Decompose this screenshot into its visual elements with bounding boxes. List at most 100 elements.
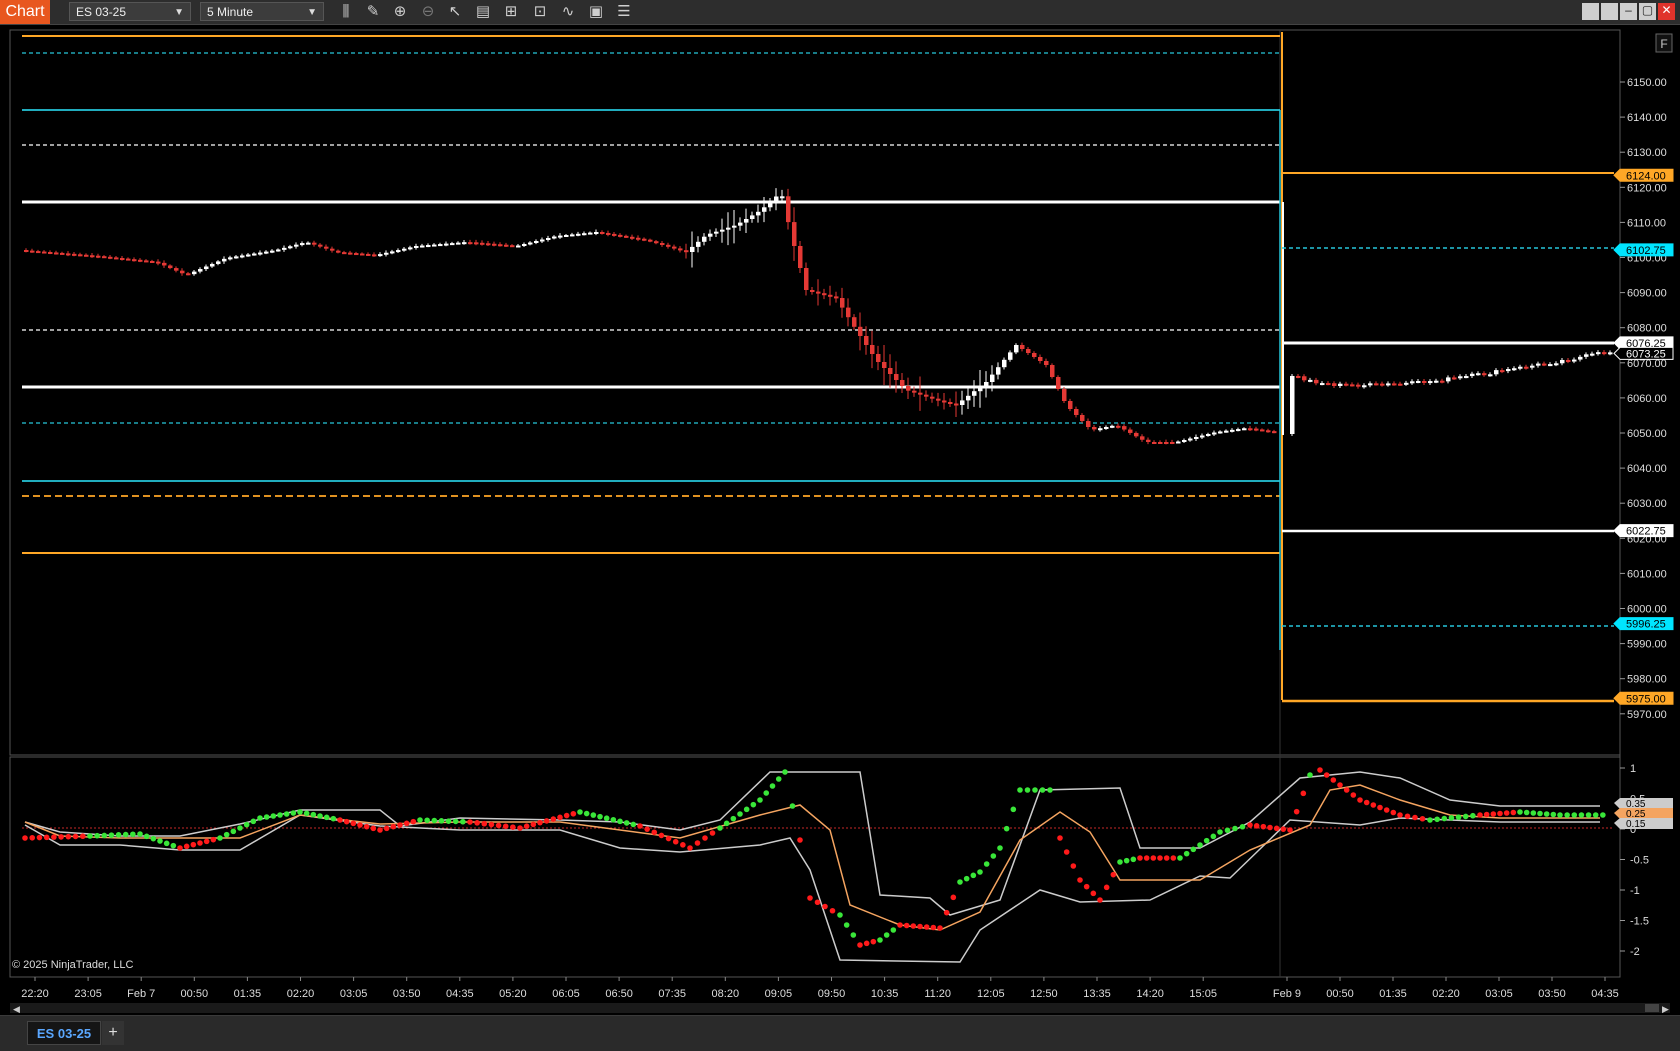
properties-icon[interactable]: ▣ <box>586 2 606 22</box>
candle-body <box>1518 366 1523 369</box>
chevron-down-icon: ▼ <box>307 7 317 18</box>
candle-body <box>1602 352 1607 355</box>
oscillator-dot <box>22 835 28 841</box>
zoom-out-icon[interactable]: ⊖ <box>418 2 438 22</box>
candle-body <box>534 241 539 243</box>
oscillator-dot <box>910 923 917 929</box>
horizontal-scrollbar[interactable] <box>10 1003 1670 1013</box>
oscillator-tick-label: -1 <box>1630 885 1640 897</box>
candle-body <box>1500 370 1505 373</box>
oscillator-dot <box>630 821 637 828</box>
price-marker-label: 5975.00 <box>1626 693 1666 705</box>
oscillator-dot <box>337 817 343 823</box>
oscillator-dot <box>343 818 350 825</box>
oscillator-dot <box>743 806 750 813</box>
oscillator-dot <box>1427 817 1433 823</box>
oscillator-dot <box>1157 855 1163 861</box>
oscillator-dot <box>843 922 850 928</box>
time-tick-label: 06:50 <box>605 988 633 1000</box>
oscillator-dot <box>1273 825 1280 832</box>
oscillator-dot <box>963 875 970 882</box>
data-box-icon[interactable]: ▤ <box>473 2 493 22</box>
oscillator-dot <box>177 845 183 851</box>
trend-icon[interactable]: ∿ <box>558 2 578 22</box>
instrument-selector[interactable]: ES 03-25 ▼ <box>69 2 191 21</box>
oscillator-dot <box>1523 809 1530 816</box>
candle-body <box>864 336 869 345</box>
candle-body <box>654 241 659 244</box>
oscillator-dot <box>87 833 93 839</box>
indicators-icon[interactable]: ⊞ <box>501 2 521 22</box>
candle-body <box>708 233 713 237</box>
oscillator-dot <box>857 942 863 948</box>
interval-selector[interactable]: 5 Minute ▼ <box>200 2 324 21</box>
scrollbar-thumb[interactable] <box>1645 1004 1659 1012</box>
pencil-draw-icon[interactable]: ✎ <box>363 2 383 22</box>
oscillator-dot <box>445 818 452 824</box>
candle-body <box>1380 383 1385 386</box>
maximize-button[interactable]: ▢ <box>1639 3 1656 20</box>
pointer-icon[interactable]: ↖ <box>445 2 465 22</box>
list-icon[interactable]: ☰ <box>614 2 634 22</box>
candle-body <box>348 252 353 255</box>
candle-body <box>300 243 305 246</box>
chart-tab-bar: ES 03-25 + <box>0 1015 1680 1051</box>
chart-toolbar: Chart ES 03-25 ▼ 5 Minute ▼ ⫼ ✎ ⊕ ⊖ ↖ ▤ … <box>0 0 1680 25</box>
close-button[interactable]: ✕ <box>1658 3 1675 20</box>
oscillator-dot <box>937 925 943 931</box>
price-marker-label: 5996.25 <box>1626 619 1666 631</box>
candle-body <box>150 261 155 263</box>
oscillator-dot <box>863 940 870 947</box>
candle-body <box>876 354 881 362</box>
candle-body <box>114 257 119 260</box>
candle-body <box>384 252 389 255</box>
candle-body <box>222 258 227 262</box>
oscillator-dot <box>1293 808 1300 815</box>
time-tick-label: 00:50 <box>1326 988 1354 1000</box>
oscillator-dot <box>517 825 523 831</box>
minimize-button[interactable]: – <box>1620 3 1637 20</box>
scroll-right-icon[interactable]: ▶ <box>1662 1004 1669 1014</box>
price-marker-label: 6102.75 <box>1626 245 1666 257</box>
candle-body <box>1044 361 1049 365</box>
add-tab-button[interactable]: + <box>102 1021 124 1045</box>
candle-body <box>120 258 125 260</box>
oscillator-dot <box>223 831 230 838</box>
candle-body <box>1446 377 1451 382</box>
scroll-left-icon[interactable]: ◀ <box>13 1004 20 1014</box>
candle-body <box>1200 435 1205 438</box>
candle-body <box>750 215 755 219</box>
oscillator-dot <box>65 833 72 840</box>
layout-a-button[interactable] <box>1582 3 1599 20</box>
candle-body <box>1050 365 1055 377</box>
oscillator-dot <box>1177 855 1183 861</box>
chart-canvas[interactable]: F 6150.006140.006130.006120.006110.00610 <box>0 25 1680 1015</box>
oscillator-dot <box>563 812 570 819</box>
oscillator-dot <box>438 818 445 824</box>
chart-menu-button[interactable]: Chart <box>0 0 50 24</box>
oscillator-dot <box>1390 809 1397 816</box>
oscillator-dot <box>357 822 363 828</box>
oscillator-dot <box>257 815 263 821</box>
oscillator-dot <box>270 813 277 819</box>
oscillator-marker-label: 0.15 <box>1626 819 1646 830</box>
price-marker: 6073.25 <box>1613 346 1674 360</box>
oscillator-dot <box>1441 815 1448 822</box>
zoom-in-icon[interactable]: ⊕ <box>390 2 410 22</box>
candle-body <box>1344 383 1349 386</box>
oscillator-dot <box>923 924 930 930</box>
tab-es-03-25[interactable]: ES 03-25 <box>27 1021 101 1045</box>
candle-body <box>1512 368 1517 371</box>
layout-b-button[interactable] <box>1601 3 1618 20</box>
candle-body <box>762 207 767 212</box>
candle-body <box>354 253 359 256</box>
candle-body <box>240 255 245 258</box>
oscillator-dot <box>1557 812 1563 818</box>
oscillator-dot <box>897 922 903 928</box>
candle-body <box>642 238 647 241</box>
bar-type-icon[interactable]: ⫼ <box>336 2 356 22</box>
candle-body <box>90 255 95 258</box>
candle-body <box>366 253 371 256</box>
copyright-text: © 2025 NinjaTrader, LLC <box>12 959 134 971</box>
strategies-icon[interactable]: ⊡ <box>530 2 550 22</box>
